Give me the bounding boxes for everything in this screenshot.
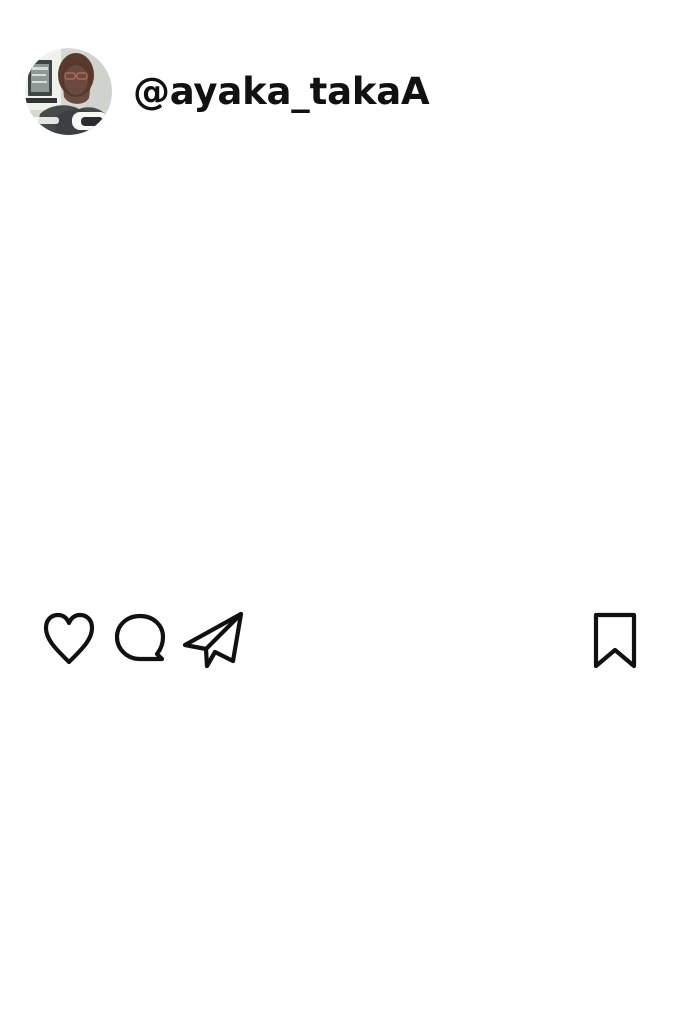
save-button[interactable] [590,611,640,669]
post-author-username[interactable]: @ayaka_takaA [133,73,430,110]
post-action-bar [0,605,685,675]
bookmark-outline-icon [593,612,637,669]
comment-button[interactable] [112,611,168,667]
post-header: @ayaka_takaA [25,47,430,135]
post-media-area [0,150,685,595]
like-button[interactable] [41,611,97,667]
speech-bubble-icon [114,613,166,662]
paper-plane-icon [182,611,244,669]
heart-outline-icon [43,612,95,665]
profile-avatar[interactable] [25,47,112,135]
profile-photo-icon [25,47,112,135]
share-button[interactable] [181,609,245,669]
